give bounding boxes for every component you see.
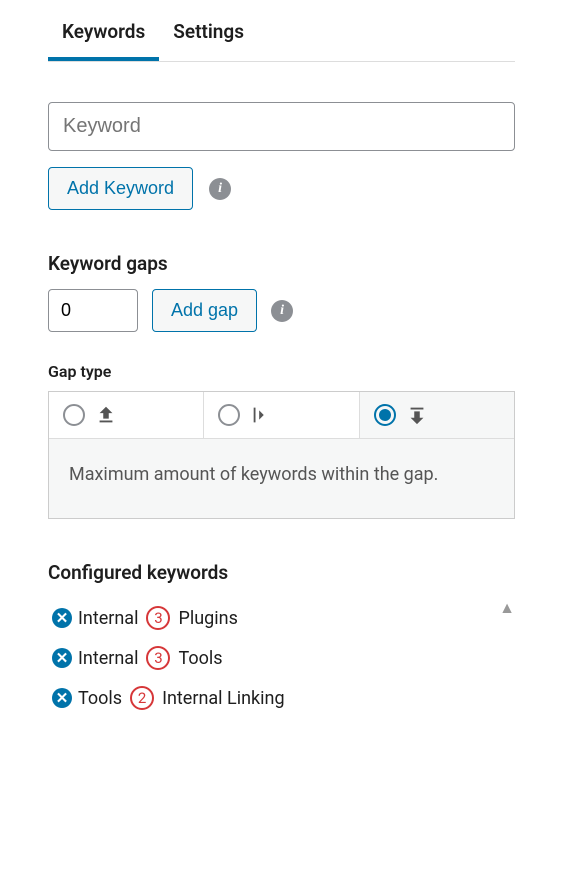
radio-icon [218, 404, 240, 426]
info-icon[interactable]: i [271, 300, 293, 322]
gap-badge: 3 [146, 606, 170, 630]
list-item: ✕ Tools 2 Internal Linking [48, 678, 515, 718]
info-icon[interactable]: i [209, 178, 231, 200]
keyword-input[interactable] [48, 102, 515, 151]
list-item: ✕ Internal 3 Tools [48, 638, 515, 678]
gap-type-option-exit[interactable] [204, 392, 359, 438]
gap-type-option-incoming[interactable] [360, 392, 514, 438]
remove-icon[interactable]: ✕ [52, 688, 72, 708]
keyword-after: Plugins [178, 608, 237, 629]
tab-keywords[interactable]: Keywords [48, 0, 159, 61]
remove-icon[interactable]: ✕ [52, 648, 72, 668]
keyword-before: Internal [78, 648, 138, 669]
gap-badge: 3 [146, 646, 170, 670]
tabs: Keywords Settings [48, 0, 515, 62]
exit-icon [250, 404, 272, 426]
gap-type-option-outgoing[interactable] [49, 392, 204, 438]
scroll-up-icon[interactable]: ▲ [499, 598, 515, 618]
tab-settings[interactable]: Settings [159, 0, 258, 61]
upload-icon [95, 404, 117, 426]
configured-keywords-list: ▲ ✕ Internal 3 Plugins ✕ Internal 3 Tool… [48, 598, 515, 718]
keyword-after: Internal Linking [162, 688, 285, 709]
keyword-before: Tools [78, 688, 122, 709]
add-gap-button[interactable]: Add gap [152, 289, 257, 332]
keyword-after: Tools [178, 648, 222, 669]
radio-icon [63, 404, 85, 426]
list-item: ✕ Internal 3 Plugins [48, 598, 515, 638]
gap-type-description: Maximum amount of keywords within the ga… [49, 438, 514, 518]
gap-badge: 2 [130, 686, 154, 710]
gap-type-group: Maximum amount of keywords within the ga… [48, 391, 515, 519]
gap-value-input[interactable] [48, 289, 138, 332]
remove-icon[interactable]: ✕ [52, 608, 72, 628]
configured-keywords-heading: Configured keywords [48, 561, 515, 584]
gap-type-heading: Gap type [48, 362, 515, 381]
download-icon [406, 404, 428, 426]
radio-icon [374, 404, 396, 426]
add-keyword-button[interactable]: Add Keyword [48, 167, 193, 210]
keyword-before: Internal [78, 608, 138, 629]
keyword-gaps-heading: Keyword gaps [48, 252, 515, 275]
